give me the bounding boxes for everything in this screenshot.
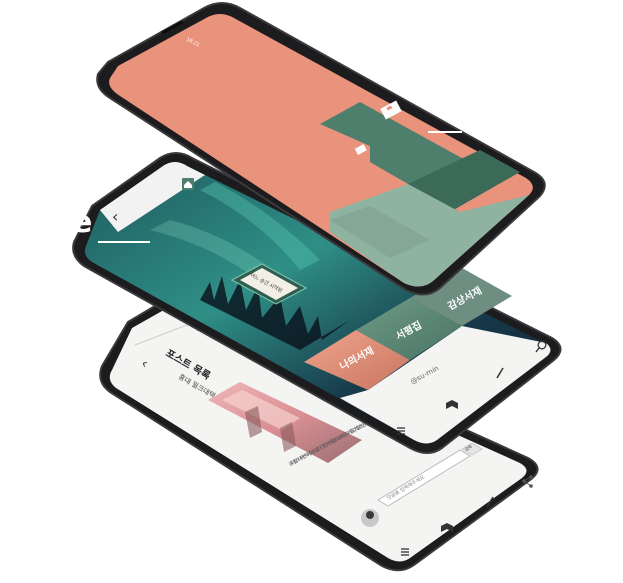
chevron-left-icon[interactable]: ‹ — [112, 207, 118, 226]
cover-label-partial: e — [72, 205, 92, 240]
home-icon[interactable] — [182, 178, 194, 190]
three-phone-mockup: ‹ 포스트 목록 홍대 월크대택 홍대 월크대택 언덕에요. 게시물 기간은 언… — [72, 2, 562, 572]
